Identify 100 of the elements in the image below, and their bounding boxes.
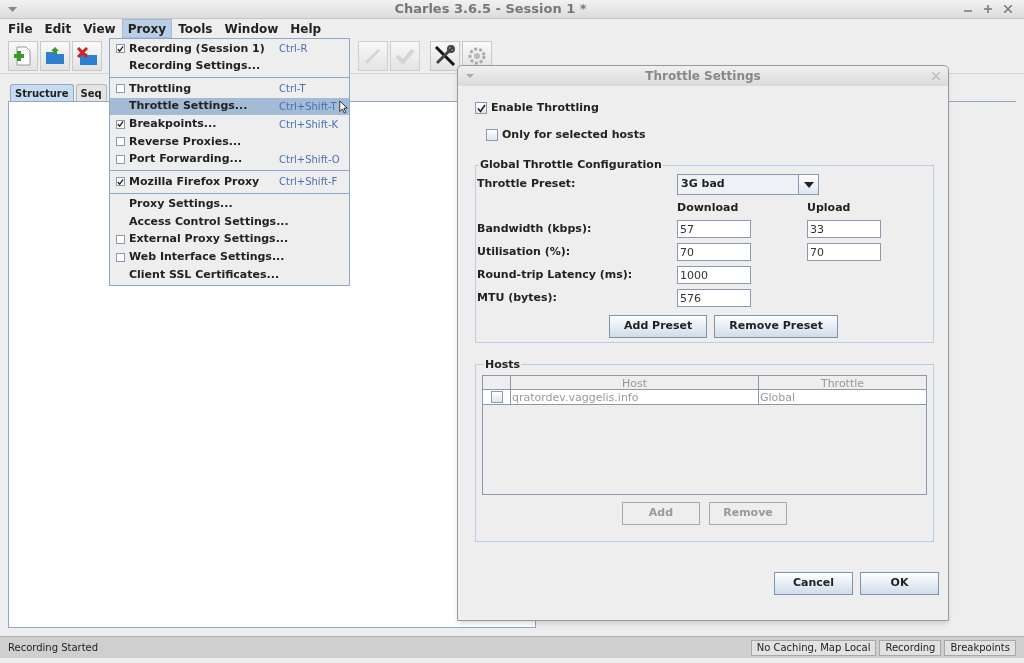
field-label: Bandwidth (kbps): <box>477 220 593 237</box>
group-title: Global Throttle Configuration <box>479 157 663 173</box>
group-title: Hosts <box>484 356 522 373</box>
text-field[interactable]: 33 <box>807 220 881 238</box>
close-session-button[interactable] <box>72 40 102 71</box>
shortcut-label: Ctrl+Shift-O <box>279 152 340 167</box>
menu-option[interactable]: External Proxy Settings... <box>110 230 349 249</box>
shortcut-label: Ctrl+Shift-T <box>279 100 337 115</box>
new-session-button[interactable] <box>8 40 38 71</box>
shortcut-label: Ctrl-T <box>279 82 306 97</box>
field-label: Utilisation (%): <box>477 243 572 260</box>
checkbox[interactable] <box>486 129 498 141</box>
status-indicator[interactable]: Breakpoints <box>944 639 1016 656</box>
checkbox[interactable] <box>490 391 503 403</box>
text-field[interactable]: 576 <box>677 289 751 307</box>
menu-option-label: Recording (Session 1) <box>129 40 266 57</box>
window-menu-icon[interactable] <box>8 6 17 12</box>
checkbox[interactable] <box>116 84 125 94</box>
preset-button[interactable]: Remove Preset <box>714 314 838 338</box>
menu-option-label: Client SSL Certificates... <box>129 266 280 283</box>
shortcut-label: Ctrl+Shift-K <box>279 117 339 132</box>
close-icon[interactable] <box>1004 5 1012 13</box>
menu-option-label: Breakpoints... <box>129 115 218 132</box>
menu-option-label: Proxy Settings... <box>129 196 234 213</box>
menu-option-label: Web Interface Settings... <box>129 249 285 266</box>
field-label: Round-trip Latency (ms): <box>477 266 634 283</box>
checkbox[interactable] <box>116 154 125 164</box>
field-label: Throttle Preset: <box>477 176 577 193</box>
menu-option[interactable]: Recording (Session 1) Ctrl-R <box>110 40 349 58</box>
menu-option-label: Recording Settings... <box>129 58 262 75</box>
menu-item[interactable]: View <box>77 19 122 38</box>
checkbox[interactable] <box>116 44 125 54</box>
status-message: Recording Started <box>8 641 100 655</box>
edit-button[interactable] <box>358 40 388 71</box>
menu-option[interactable]: Proxy Settings... <box>110 195 349 214</box>
checkbox[interactable] <box>116 235 125 245</box>
shortcut-label: Ctrl+Shift-F <box>279 175 338 190</box>
maximize-icon[interactable] <box>984 5 992 13</box>
menu-option[interactable]: Mozilla Firefox Proxy Ctrl+Shift-F <box>110 173 349 191</box>
checkbox[interactable] <box>116 119 125 129</box>
menu-option-label: Access Control Settings... <box>129 213 289 230</box>
menu-item[interactable]: Window <box>218 19 285 38</box>
menu-option[interactable]: Throttling Ctrl-T <box>110 80 349 98</box>
menu-option-label: Throttle Settings... <box>129 98 249 115</box>
text-field[interactable]: 70 <box>677 243 751 261</box>
field-label: MTU (bytes): <box>477 289 558 306</box>
table-cell-text: Global <box>759 390 797 404</box>
status-indicator[interactable]: Recording <box>879 639 942 656</box>
menu-item[interactable]: Proxy <box>121 19 173 38</box>
menu-option[interactable]: Web Interface Settings... <box>110 248 349 267</box>
checkbox-label: Enable Throttling <box>491 99 599 116</box>
menu-option[interactable]: Throttle Settings... Ctrl+Shift-T <box>110 97 349 116</box>
checkbox-label: Only for selected hosts <box>502 126 646 143</box>
menu-item[interactable]: Help <box>284 19 328 38</box>
text-field[interactable]: 1000 <box>677 266 751 284</box>
document-plus-icon <box>12 44 34 67</box>
menu-item[interactable]: File <box>2 19 39 38</box>
tools-icon <box>433 43 457 68</box>
column-header: Host <box>511 376 759 389</box>
window-title: Charles 3.6.5 - Session 1 * <box>393 0 588 19</box>
menu-item[interactable]: Edit <box>38 19 78 38</box>
folder-arrow-icon <box>44 44 66 67</box>
tab[interactable]: Structure <box>10 84 74 101</box>
window-menu-icon[interactable] <box>466 74 474 78</box>
checkbox[interactable] <box>116 137 125 147</box>
preset-button[interactable]: Add Preset <box>609 314 708 338</box>
dialog-button[interactable]: OK <box>860 572 939 595</box>
open-session-button[interactable] <box>40 40 70 71</box>
menu-option-label: Reverse Proxies... <box>129 133 243 150</box>
shortcut-label: Ctrl-R <box>279 42 308 57</box>
dropdown-value: 3G bad <box>680 176 726 193</box>
menu-option[interactable]: Recording Settings... <box>110 57 349 76</box>
menu-item[interactable]: Tools <box>172 19 219 38</box>
mouse-pointer-icon <box>339 100 348 114</box>
menu-option[interactable]: Client SSL Certificates... <box>110 266 349 284</box>
menu-option-label: Mozilla Firefox Proxy <box>129 173 261 190</box>
text-field[interactable]: 57 <box>677 220 751 238</box>
table-cell: qratordev.vaggelis.info <box>511 390 759 404</box>
checkbox[interactable] <box>475 102 487 114</box>
folder-cross-icon <box>76 44 98 67</box>
tools-button[interactable] <box>430 40 460 71</box>
menu-option[interactable]: Access Control Settings... <box>110 213 349 231</box>
column-header: Download <box>677 200 740 217</box>
validate-button[interactable] <box>390 40 420 71</box>
menu-option-label: External Proxy Settings... <box>129 231 289 248</box>
menu-option-label: Throttling <box>129 80 193 97</box>
column-header: Upload <box>807 200 852 217</box>
checkbox[interactable] <box>116 177 125 187</box>
text-field[interactable]: 70 <box>807 243 881 261</box>
menu-option[interactable]: Port Forwarding... Ctrl+Shift-O <box>110 150 349 169</box>
checkbox[interactable] <box>116 252 125 262</box>
menu-option[interactable]: Reverse Proxies... <box>110 132 349 151</box>
close-icon[interactable] <box>932 72 940 80</box>
dialog-button[interactable]: Cancel <box>774 572 853 595</box>
tab[interactable]: Seq <box>75 84 107 101</box>
preset-dropdown[interactable]: 3G bad <box>677 174 819 195</box>
column-header: Throttle <box>819 376 866 389</box>
status-indicator[interactable]: No Caching, Map Local <box>750 639 877 656</box>
dialog-title: Throttle Settings <box>644 68 762 85</box>
menu-option[interactable]: Breakpoints... Ctrl+Shift-K <box>110 115 349 133</box>
